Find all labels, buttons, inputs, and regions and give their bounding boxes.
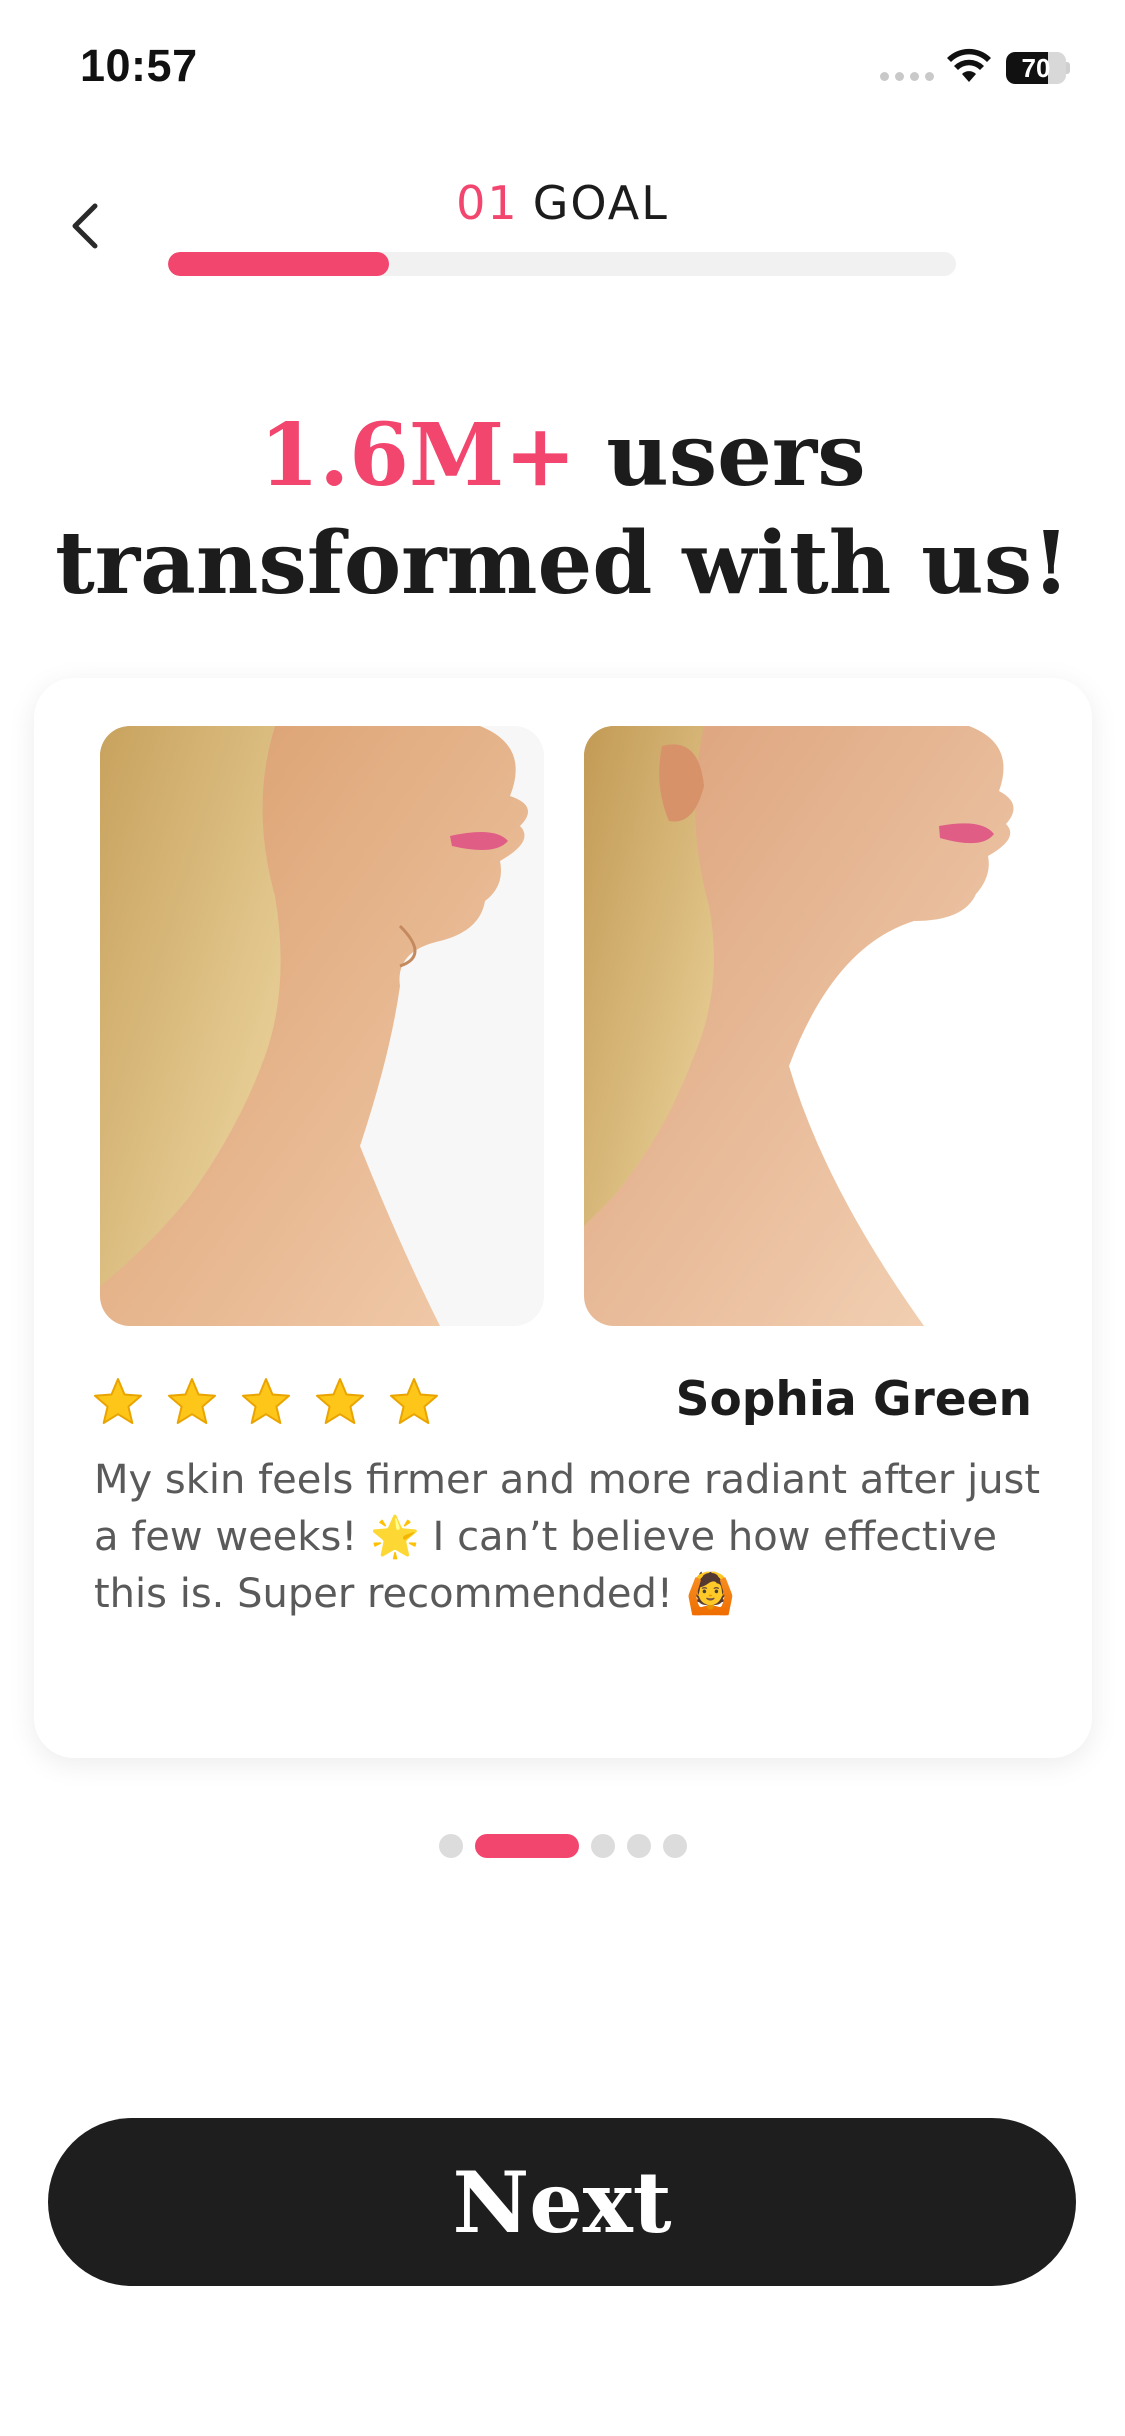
pager-dot[interactable] [626, 1834, 651, 1858]
before-photo [100, 726, 544, 1326]
review-text: My skin feels firmer and more radiant af… [94, 1457, 1041, 1617]
step-label: GOAL [532, 176, 669, 230]
status-bar: 10:57 70 [0, 0, 1125, 140]
star-icon [242, 1378, 290, 1424]
status-time: 10:57 [80, 40, 198, 91]
pager-dot[interactable] [438, 1834, 463, 1858]
wifi-icon [947, 48, 991, 82]
progress-fill [168, 252, 389, 276]
star-icon [94, 1378, 142, 1424]
battery-icon: 70 [1006, 52, 1070, 84]
headline-accent: 1.6M+ [259, 405, 577, 506]
step-title: 01 GOAL [0, 176, 1125, 230]
reviewer-name: Sophia Green [675, 1372, 1032, 1427]
after-photo [584, 726, 1028, 1326]
star-icon [168, 1378, 216, 1424]
headline-line1: users [606, 405, 866, 506]
star-icon [316, 1378, 364, 1424]
star-icon [390, 1378, 438, 1424]
pager-dot[interactable] [662, 1834, 687, 1858]
progress-bar [168, 252, 956, 276]
rating-stars [92, 1376, 440, 1428]
step-number: 01 [456, 176, 519, 230]
pager-dot[interactable] [590, 1834, 615, 1858]
page-headline: 1.6M+ users transformed with us! [0, 402, 1125, 618]
pager-dot-active[interactable] [474, 1834, 579, 1858]
review-card[interactable]: Sophia Green My skin feels firmer and mo… [34, 678, 1092, 1758]
next-button[interactable]: Next [48, 2118, 1076, 2286]
headline-line2: transformed with us! [55, 513, 1070, 614]
cellular-signal-icon [880, 72, 934, 81]
battery-level: 70 [1021, 53, 1051, 83]
carousel-pager[interactable] [0, 1834, 1125, 1858]
